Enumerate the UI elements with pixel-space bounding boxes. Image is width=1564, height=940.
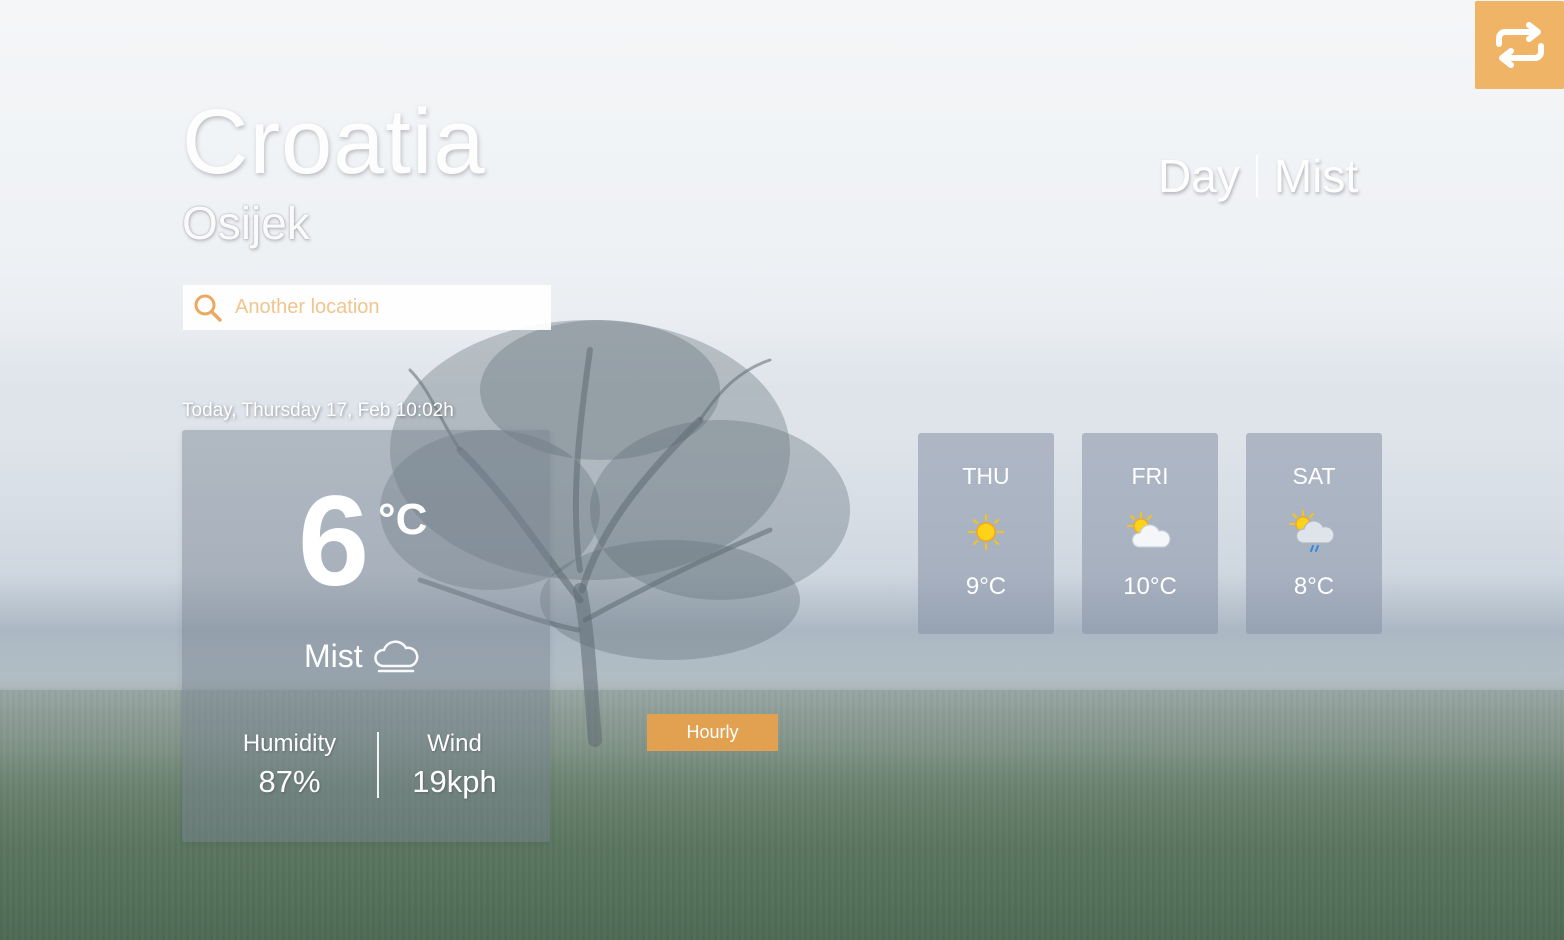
search-icon [194, 294, 222, 322]
search-bar[interactable] [183, 285, 551, 330]
current-condition-label: Mist [304, 637, 363, 674]
swap-arrows-icon [1495, 22, 1544, 68]
search-input[interactable] [233, 295, 537, 320]
wind-value: 19kph [412, 764, 497, 799]
forecast-card-fri[interactable]: FRI 10°C [1082, 433, 1218, 634]
humidity-stat: Humidity 87% [222, 730, 357, 800]
time-of-day-label: Day [1158, 150, 1240, 202]
temperature-unit: °C [378, 495, 428, 544]
period-condition: Day Mist [1158, 153, 1358, 199]
period-divider [1255, 155, 1258, 197]
forecast-day: THU [962, 463, 1010, 489]
forecast-temperature: 10°C [1123, 573, 1177, 600]
wind-stat: Wind 19kph [387, 730, 522, 800]
city-subtitle: Osijek [182, 197, 310, 249]
forecast-temperature: 9°C [965, 573, 1007, 600]
swap-button[interactable] [1475, 1, 1564, 89]
current-condition: Mist [304, 636, 419, 676]
cloud-outline-icon [373, 640, 419, 673]
hourly-button[interactable]: Hourly [647, 714, 778, 751]
period-condition-label: Mist [1273, 150, 1359, 202]
country-title: Croatia [182, 91, 486, 193]
humidity-label: Humidity [242, 730, 337, 757]
forecast-day: SAT [1292, 463, 1336, 489]
current-temperature: 6 [298, 470, 370, 613]
forecast-card-thu[interactable]: THU 9°C [918, 433, 1054, 634]
current-weather-card: 6 °C Mist Humidity 87% Wind 19kph [182, 430, 550, 842]
partly-cloudy-rain-icon [1289, 510, 1335, 552]
stats-divider [377, 732, 379, 798]
forecast-day: FRI [1131, 463, 1169, 489]
weather-stats: Humidity 87% Wind 19kph [182, 730, 550, 800]
humidity-value: 87% [258, 764, 321, 799]
partly-cloudy-icon [1127, 512, 1171, 548]
current-date: Today, Thursday 17, Feb 10:02h [182, 400, 454, 421]
forecast-card-sat[interactable]: SAT 8°C [1246, 433, 1382, 634]
sun-icon [968, 514, 1004, 550]
wind-label: Wind [427, 730, 482, 757]
forecast-temperature: 8°C [1293, 573, 1335, 600]
